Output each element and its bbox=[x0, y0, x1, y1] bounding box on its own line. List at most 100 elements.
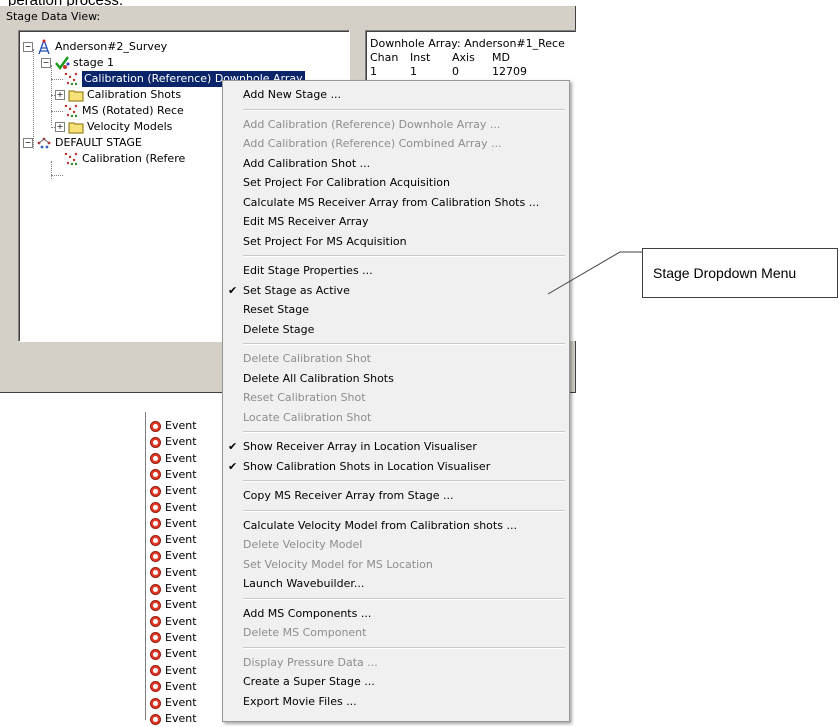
tree-connector bbox=[51, 175, 63, 176]
tree-node-stage-1[interactable]: − stage 1 bbox=[41, 55, 114, 71]
menu-item-label: Delete Stage bbox=[243, 322, 315, 336]
event-row[interactable]: Event bbox=[150, 467, 197, 483]
menu-item-label: Add Calibration (Reference) Combined Arr… bbox=[243, 137, 502, 150]
event-label: Event bbox=[165, 549, 197, 563]
menu-item-display-pressure-data[interactable]: Display Pressure Data ... bbox=[223, 653, 569, 673]
menu-item-edit-ms-receiver-array[interactable]: Edit MS Receiver Array bbox=[223, 212, 569, 232]
menu-separator bbox=[243, 480, 565, 482]
collapse-icon[interactable]: − bbox=[23, 138, 33, 148]
event-label: Event bbox=[165, 516, 197, 530]
event-label: Event bbox=[165, 679, 197, 693]
event-label: Event bbox=[165, 467, 197, 481]
menu-item-add-calibration-reference-combined-array[interactable]: Add Calibration (Reference) Combined Arr… bbox=[223, 134, 569, 154]
folder-icon bbox=[68, 119, 84, 135]
event-row[interactable]: Event bbox=[150, 711, 197, 727]
event-icon bbox=[150, 550, 161, 562]
cell-md: 12709 bbox=[492, 65, 527, 78]
menu-item-reset-calibration-shot[interactable]: Reset Calibration Shot bbox=[223, 388, 569, 408]
event-list[interactable]: Event Event Event Event Event Event Event Event… bbox=[145, 412, 226, 725]
event-row[interactable]: Event bbox=[150, 500, 197, 516]
collapse-icon[interactable]: − bbox=[41, 58, 51, 68]
event-row[interactable]: Event bbox=[150, 679, 197, 695]
menu-item-show-receiver-array-in-location-visualiser[interactable]: ✔ Show Receiver Array in Location Visuali… bbox=[223, 437, 569, 457]
event-row[interactable]: Event bbox=[150, 516, 197, 532]
menu-item-create-a-super-stage[interactable]: Create a Super Stage ... bbox=[223, 672, 569, 692]
menu-item-show-calibration-shots-in-location-visualiser[interactable]: ✔ Show Calibration Shots in Location Visu… bbox=[223, 457, 569, 477]
event-label: Event bbox=[165, 647, 197, 661]
menu-item-delete-calibration-shot[interactable]: Delete Calibration Shot bbox=[223, 349, 569, 369]
callout-label: Stage Dropdown Menu bbox=[653, 265, 797, 281]
tree-node-calibration-shots[interactable]: + Calibration Shots bbox=[55, 87, 181, 103]
event-label: Event bbox=[165, 484, 197, 498]
event-label: Event bbox=[165, 435, 197, 449]
event-row[interactable]: Event bbox=[150, 434, 197, 450]
menu-item-label: Add New Stage ... bbox=[243, 88, 342, 101]
stage-context-menu: Add New Stage ... Add Calibration (Refere… bbox=[222, 80, 570, 722]
menu-item-copy-ms-receiver-array-from-stage[interactable]: Copy MS Receiver Array from Stage ... bbox=[223, 486, 569, 506]
event-row[interactable]: Event bbox=[150, 614, 197, 630]
event-icon bbox=[150, 469, 161, 481]
menu-item-export-movie-files[interactable]: Export Movie Files ... bbox=[223, 692, 569, 712]
tree-node-velocity-models[interactable]: + Velocity Models bbox=[55, 119, 172, 135]
menu-item-label: Create a Super Stage ... bbox=[243, 675, 375, 688]
menu-item-add-calibration-reference-downhole-array[interactable]: Add Calibration (Reference) Downhole Arr… bbox=[223, 115, 569, 135]
menu-item-delete-velocity-model[interactable]: Delete Velocity Model bbox=[223, 535, 569, 555]
menu-item-add-calibration-shot[interactable]: Add Calibration Shot ... bbox=[223, 154, 569, 174]
menu-item-calculate-velocity-model-from-calibration-shots[interactable]: Calculate Velocity Model from Calibratio… bbox=[223, 516, 569, 536]
menu-item-set-project-for-ms-acquisition[interactable]: Set Project For MS Acquisition bbox=[223, 232, 569, 252]
event-icon bbox=[150, 567, 161, 579]
event-row[interactable]: Event bbox=[150, 451, 197, 467]
array-info-row: 1 1 0 12709 bbox=[370, 65, 527, 78]
event-row[interactable]: Event bbox=[150, 581, 197, 597]
event-label: Event bbox=[165, 582, 197, 595]
event-icon bbox=[150, 534, 161, 546]
tree-node-ms-rotated[interactable]: MS (Rotated) Rece bbox=[63, 103, 184, 119]
menu-separator bbox=[243, 343, 565, 345]
tree-connector bbox=[33, 49, 34, 149]
menu-item-locate-calibration-shot[interactable]: Locate Calibration Shot bbox=[223, 408, 569, 428]
menu-item-calculate-ms-receiver-array-from-calibration-shots[interactable]: Calculate MS Receiver Array from Calibra… bbox=[223, 193, 569, 213]
tree-node-default-stage[interactable]: − DEFAULT STAGE bbox=[23, 135, 142, 151]
event-row[interactable]: Event bbox=[150, 483, 197, 499]
menu-item-launch-wavebuilder[interactable]: Launch Wavebuilder... bbox=[223, 574, 569, 594]
menu-item-set-velocity-model-for-ms-location[interactable]: Set Velocity Model for MS Location bbox=[223, 555, 569, 575]
menu-separator bbox=[243, 431, 565, 433]
event-row[interactable]: Event bbox=[150, 597, 197, 613]
menu-item-label: Show Receiver Array in Location Visualis… bbox=[243, 440, 477, 453]
collapse-icon[interactable]: − bbox=[23, 42, 33, 52]
event-row[interactable]: Event bbox=[150, 663, 197, 679]
menu-item-set-stage-as-active[interactable]: ✔ Set Stage as Active bbox=[223, 281, 569, 301]
tree-node-survey[interactable]: − Anderson#2_Survey bbox=[23, 39, 167, 55]
menu-item-delete-all-calibration-shots[interactable]: Delete All Calibration Shots bbox=[223, 369, 569, 389]
menu-item-add-new-stage[interactable]: Add New Stage ... bbox=[223, 85, 569, 105]
event-row[interactable]: Event bbox=[150, 532, 197, 548]
expand-icon[interactable]: + bbox=[55, 122, 65, 132]
event-row[interactable]: Event bbox=[150, 695, 197, 711]
event-icon bbox=[150, 632, 161, 644]
event-icon bbox=[150, 713, 161, 725]
expand-icon[interactable]: + bbox=[55, 90, 65, 100]
event-row[interactable]: Event bbox=[150, 630, 197, 646]
menu-item-reset-stage[interactable]: Reset Stage bbox=[223, 300, 569, 320]
event-row[interactable]: Event bbox=[150, 565, 197, 581]
menu-item-delete-ms-component[interactable]: Delete MS Component bbox=[223, 623, 569, 643]
array-info-header-row: Chan Inst Axis MD bbox=[370, 51, 510, 64]
event-row[interactable]: Event bbox=[150, 418, 197, 434]
menu-item-label: Add Calibration (Reference) Downhole Arr… bbox=[243, 117, 501, 131]
menu-separator bbox=[243, 597, 565, 600]
receiver-array-icon bbox=[63, 103, 79, 119]
menu-item-set-project-for-calibration-acquisition[interactable]: Set Project For Calibration Acquisition bbox=[223, 173, 569, 193]
antenna-icon bbox=[36, 39, 52, 55]
event-row[interactable]: Event bbox=[150, 646, 197, 662]
checkmark-icon: ✔ bbox=[228, 459, 238, 473]
menu-item-add-ms-components[interactable]: Add MS Components ... bbox=[223, 604, 569, 624]
tree-node-default-calibration[interactable]: Calibration (Refere bbox=[63, 151, 185, 167]
event-label: Event bbox=[165, 598, 197, 612]
menu-item-edit-stage-properties[interactable]: Edit Stage Properties ... bbox=[223, 261, 569, 281]
menu-item-delete-stage[interactable]: Delete Stage bbox=[223, 320, 569, 340]
tree-connector bbox=[51, 79, 63, 80]
event-label: Event bbox=[165, 500, 197, 514]
callout-leader-line bbox=[547, 251, 642, 295]
menu-separator bbox=[243, 255, 565, 257]
event-row[interactable]: Event bbox=[150, 548, 197, 564]
